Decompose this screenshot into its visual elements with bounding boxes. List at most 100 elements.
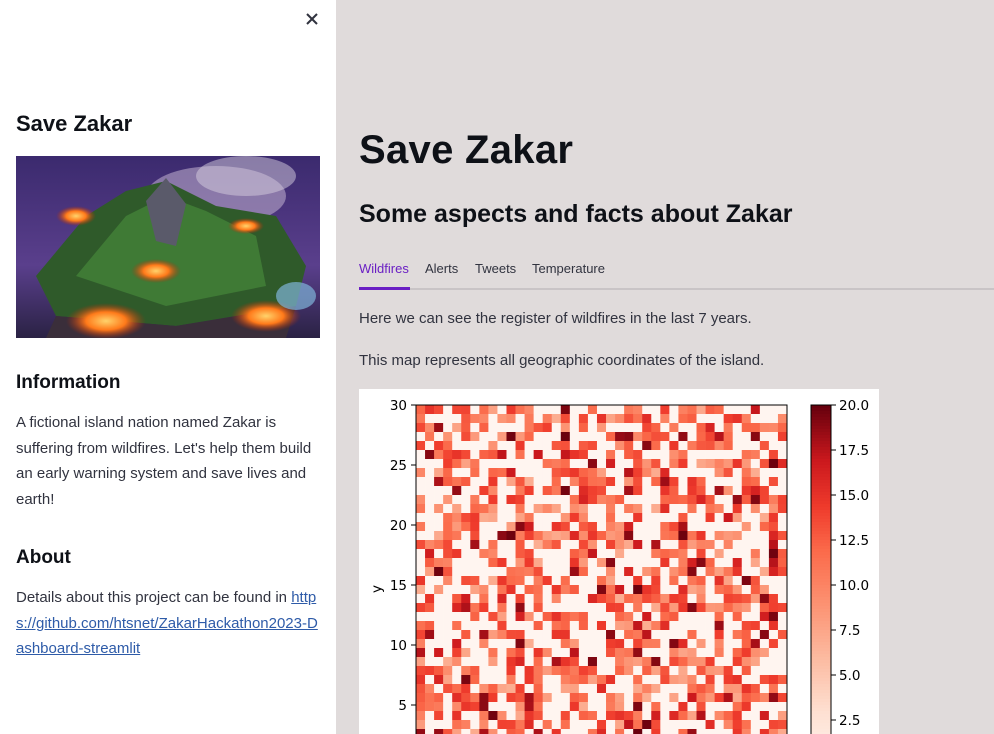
heatmap-cell [714, 594, 724, 604]
heatmap-cell [587, 603, 598, 613]
heatmap-cell [596, 720, 607, 730]
heatmap-cell [569, 621, 580, 631]
heatmap-cell [705, 405, 715, 415]
heatmap-cell [696, 486, 706, 496]
heatmap-cell [596, 432, 607, 442]
heatmap-cell [434, 585, 444, 595]
heatmap-cell [470, 621, 480, 631]
heatmap-cell [768, 666, 779, 676]
heatmap-cell [470, 639, 480, 649]
heatmap-cell [714, 414, 724, 424]
heatmap-cell [461, 468, 471, 478]
heatmap-cell [506, 549, 516, 559]
heatmap-cell [768, 612, 779, 622]
heatmap-cell [434, 477, 444, 487]
heatmap-cell [741, 675, 752, 685]
heatmap-cell [669, 531, 679, 541]
heatmap-cell [705, 648, 715, 658]
heatmap-cell [723, 594, 734, 604]
heatmap-cell [687, 630, 697, 640]
heatmap-cell [615, 684, 625, 694]
heatmap-cell [651, 468, 661, 478]
heatmap-cell [642, 477, 652, 487]
heatmap-cell [524, 675, 534, 685]
heatmap-cell [642, 432, 652, 442]
heatmap-cell [542, 504, 553, 514]
heatmap-cell [416, 729, 426, 734]
heatmap-cell [533, 675, 543, 685]
close-icon[interactable] [302, 9, 322, 29]
heatmap-cell [551, 603, 562, 613]
heatmap-cell [416, 675, 426, 685]
tab-tweets[interactable]: Tweets [475, 261, 516, 276]
heatmap-cell [696, 558, 706, 568]
heatmap-cell [479, 720, 489, 730]
heatmap-cell [714, 576, 724, 586]
tab-wildfires[interactable]: Wildfires [359, 261, 409, 276]
heatmap-cell [434, 657, 444, 667]
colorbar-segment [811, 600, 831, 604]
heatmap-cell [470, 594, 480, 604]
heatmap-cell [615, 540, 625, 550]
heatmap-cell [759, 648, 770, 658]
heatmap-cell [542, 486, 553, 496]
heatmap-cell [497, 567, 507, 577]
colorbar-segment [811, 426, 831, 430]
heatmap-cell [434, 405, 444, 415]
heatmap-cell [497, 621, 507, 631]
heatmap-cell [723, 657, 734, 667]
colorbar-segment [811, 432, 831, 436]
heatmap-cell [750, 522, 761, 532]
heatmap-cell [660, 612, 670, 622]
heatmap-cell [506, 495, 516, 505]
colorbar-segment [811, 564, 831, 568]
heatmap-cell [524, 468, 534, 478]
heatmap-cell [560, 558, 571, 568]
heatmap-cell [696, 567, 706, 577]
heatmap-cell [624, 477, 634, 487]
heatmap-cell [569, 567, 580, 577]
heatmap-cell [714, 486, 724, 496]
heatmap-cell [615, 468, 625, 478]
heatmap-cell [705, 468, 715, 478]
heatmap-cell [750, 612, 761, 622]
heatmap-cell [452, 684, 462, 694]
heatmap-cell [497, 603, 507, 613]
heatmap-cell [777, 684, 788, 694]
heatmap-cell [569, 459, 580, 469]
colorbar-segment [811, 546, 831, 550]
heatmap-cell [723, 567, 734, 577]
heatmap-cell [452, 504, 462, 514]
colorbar-segment [811, 612, 831, 616]
heatmap-cell [416, 504, 426, 514]
colorbar-segment [811, 444, 831, 448]
colorbar-segment [811, 663, 831, 667]
heatmap-cell [768, 729, 779, 734]
heatmap-cell [488, 720, 498, 730]
heatmap-cell [741, 648, 752, 658]
colorbar-segment [811, 624, 831, 628]
heatmap-cell [624, 459, 634, 469]
heatmap-cell [506, 585, 516, 595]
colorbar-segment [811, 630, 831, 634]
heatmap-cell [696, 702, 706, 712]
heatmap-cell [642, 549, 652, 559]
heatmap-cell [551, 585, 562, 595]
colorbar-segment [811, 645, 831, 649]
heatmap-cell [696, 684, 706, 694]
colorbar-segment [811, 702, 831, 706]
heatmap-cell [425, 468, 435, 478]
heatmap-cell [551, 594, 562, 604]
heatmap-cell [750, 603, 761, 613]
heatmap-cell [777, 495, 788, 505]
heatmap-cell [416, 576, 426, 586]
heatmap-cell [633, 702, 643, 712]
tab-temperature[interactable]: Temperature [532, 261, 605, 276]
heatmap-cell [479, 567, 489, 577]
heatmap-cell [615, 513, 625, 523]
colorbar-segment [811, 549, 831, 553]
heatmap-cell [569, 414, 580, 424]
heatmap-cell [633, 558, 643, 568]
tab-alerts[interactable]: Alerts [425, 261, 458, 276]
heatmap-cell [678, 639, 688, 649]
